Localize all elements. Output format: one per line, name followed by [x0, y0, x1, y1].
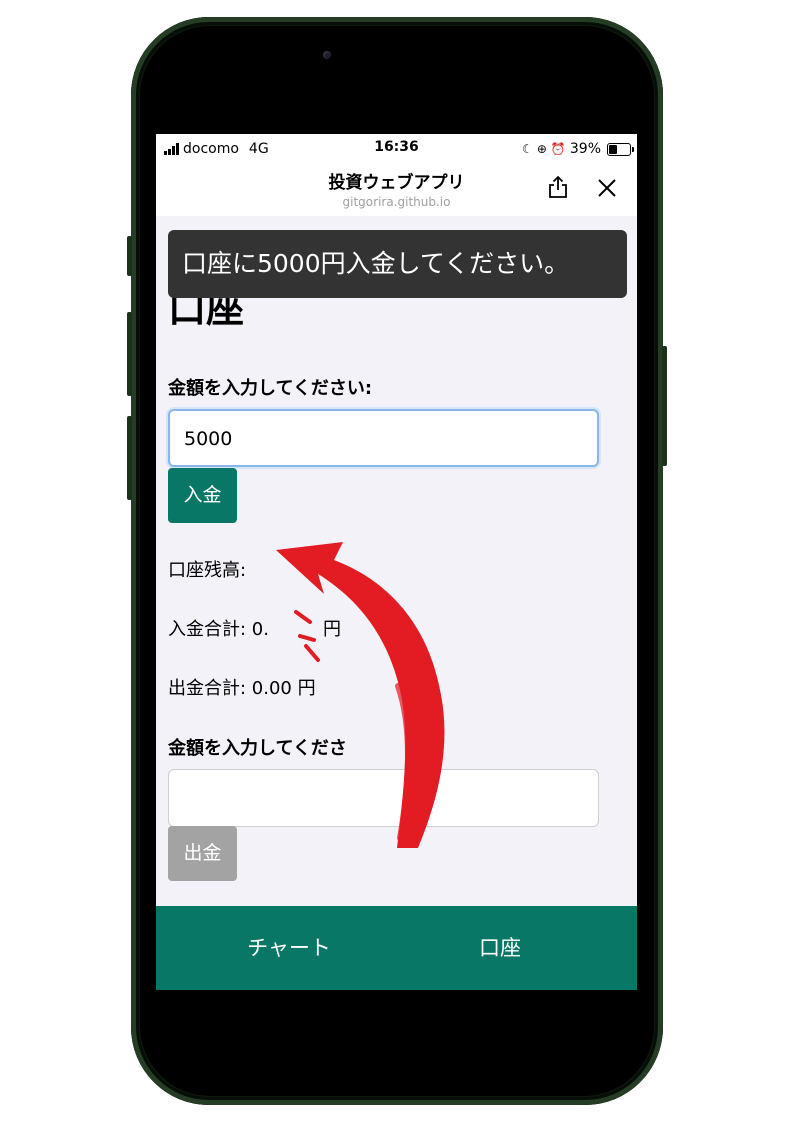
- battery-level: [609, 144, 617, 154]
- screen: docomo 4G 16:36 ☾ ⊕ ⏰ 39% 投資ウェブアプリ gitgo…: [156, 134, 637, 990]
- withdraw-amount-input[interactable]: [168, 769, 599, 827]
- phone-power-button: [662, 346, 667, 466]
- phone-volume-up: [127, 312, 132, 396]
- phone-mute-switch: [127, 236, 132, 276]
- total-withdraw: 出金合計: 0.00 円: [168, 678, 316, 699]
- phone-volume-down: [127, 416, 132, 500]
- deposit-amount-label: 金額を入力してください:: [168, 378, 373, 399]
- share-icon[interactable]: [545, 174, 571, 200]
- deposit-amount-input[interactable]: 5000: [168, 409, 599, 467]
- orientation-lock-icon: ⊕: [536, 142, 547, 156]
- alarm-icon: ⏰: [550, 142, 566, 156]
- toast-message: 口座に5000円入金してください。: [168, 230, 627, 298]
- bottom-tab-bar: チャート 口座: [156, 906, 637, 990]
- browser-header: docomo 4G 16:36 ☾ ⊕ ⏰ 39% 投資ウェブアプリ gitgo…: [156, 134, 637, 216]
- total-deposit: 入金合計: 0.: [168, 619, 269, 640]
- withdraw-button[interactable]: 出金: [168, 826, 237, 881]
- status-right: ☾ ⊕ ⏰ 39%: [522, 139, 634, 159]
- deposit-button[interactable]: 入金: [168, 468, 237, 523]
- close-icon[interactable]: [595, 176, 619, 200]
- total-deposit-unit: 円: [323, 619, 341, 640]
- account-balance: 口座残高:: [168, 560, 247, 581]
- tab-account[interactable]: 口座: [456, 906, 544, 990]
- camera-icon: [323, 51, 331, 59]
- tab-chart[interactable]: チャート: [236, 906, 342, 990]
- moon-icon: ☾: [522, 142, 533, 156]
- battery-icon: [607, 142, 634, 156]
- withdraw-amount-label: 金額を入力してくださ: [168, 738, 347, 759]
- battery-percent: 39%: [569, 141, 601, 157]
